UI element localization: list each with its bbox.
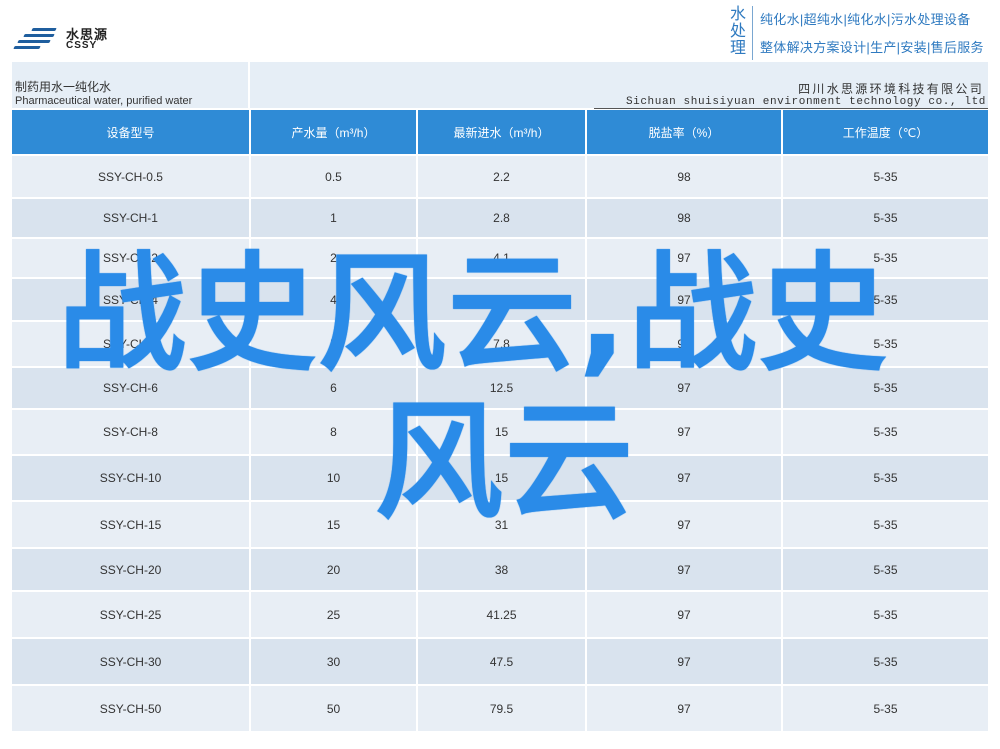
- cell-model: SSY-CH-6: [12, 367, 251, 410]
- cell-desalination: 97: [586, 685, 783, 733]
- cell-desalination: 97: [586, 278, 783, 322]
- header-model: 设备型号: [12, 110, 251, 156]
- cell-output: 0.5: [250, 155, 418, 199]
- table-row: SSY-CH-4 4 6.5 97 5-35: [12, 278, 988, 322]
- table-row: SSY-CH-10 10 15 97 5-35: [12, 455, 988, 502]
- cell-output: 30: [250, 638, 418, 686]
- cell-inflow: 47.5: [417, 638, 587, 686]
- cell-temperature: 5-35: [782, 501, 988, 549]
- logo-text-en: CSSY: [66, 40, 98, 51]
- cell-desalination: 97: [586, 321, 783, 368]
- cell-temperature: 5-35: [782, 409, 988, 456]
- cell-output: 6: [250, 367, 418, 410]
- table-row: SSY-CH-8 8 15 97 5-35: [12, 409, 988, 456]
- cell-model: SSY-CH-1: [12, 198, 251, 239]
- tagline-products: 纯化水|超纯水|纯化水|污水处理设备: [760, 12, 971, 27]
- cell-model: SSY-CH-25: [12, 591, 251, 639]
- cell-desalination: 98: [586, 198, 783, 239]
- cell-desalination: 97: [586, 455, 783, 502]
- cell-inflow: 2.8: [417, 198, 587, 239]
- cell-model: SSY-CH-10: [12, 455, 251, 502]
- table-row: SSY-CH-2 2 4.1 97 5-35: [12, 238, 988, 279]
- cell-inflow: 6.5: [417, 278, 587, 322]
- cell-temperature: 5-35: [782, 278, 988, 322]
- cell-model: SSY-CH-2: [12, 238, 251, 279]
- cell-output: 5: [250, 321, 418, 368]
- cell-output: 25: [250, 591, 418, 639]
- spec-table: 设备型号 产水量（m³/h） 最新进水（m³/h） 脱盐率（%） 工作温度（℃）…: [12, 110, 988, 733]
- header-temperature: 工作温度（℃）: [782, 110, 988, 156]
- cell-output: 1: [250, 198, 418, 239]
- cell-temperature: 5-35: [782, 155, 988, 199]
- cell-desalination: 97: [586, 409, 783, 456]
- cell-temperature: 5-35: [782, 367, 988, 410]
- header-inflow: 最新进水（m³/h）: [417, 110, 587, 156]
- cell-model: SSY-CH-5: [12, 321, 251, 368]
- cell-output: 4: [250, 278, 418, 322]
- cell-desalination: 98: [586, 155, 783, 199]
- cell-inflow: 12.5: [417, 367, 587, 410]
- cell-temperature: 5-35: [782, 321, 988, 368]
- logo-mark-icon: [13, 28, 58, 52]
- cell-desalination: 97: [586, 591, 783, 639]
- cell-desalination: 97: [586, 501, 783, 549]
- table-row: SSY-CH-20 20 38 97 5-35: [12, 548, 988, 592]
- table-row: SSY-CH-6 6 12.5 97 5-35: [12, 367, 988, 410]
- header-desalination: 脱盐率（%）: [586, 110, 783, 156]
- cell-model: SSY-CH-30: [12, 638, 251, 686]
- brand-vertical-text: 水处理: [729, 6, 746, 57]
- cell-temperature: 5-35: [782, 685, 988, 733]
- table-row: SSY-CH-1 1 2.8 98 5-35: [12, 198, 988, 239]
- cell-inflow: 4.1: [417, 238, 587, 279]
- cell-inflow: 41.25: [417, 591, 587, 639]
- cell-inflow: 2.2: [417, 155, 587, 199]
- table-row: SSY-CH-50 50 79.5 97 5-35: [12, 685, 988, 733]
- cell-desalination: 97: [586, 367, 783, 410]
- table-row: SSY-CH-5 5 7.8 97 5-35: [12, 321, 988, 368]
- cell-output: 20: [250, 548, 418, 592]
- cell-output: 50: [250, 685, 418, 733]
- cell-desalination: 97: [586, 548, 783, 592]
- cell-temperature: 5-35: [782, 638, 988, 686]
- cell-inflow: 15: [417, 409, 587, 456]
- cell-temperature: 5-35: [782, 548, 988, 592]
- cell-inflow: 7.8: [417, 321, 587, 368]
- tagline-services: 整体解决方案设计|生产|安装|售后服务: [760, 40, 984, 55]
- table-row: SSY-CH-30 30 47.5 97 5-35: [12, 638, 988, 686]
- page-title-cn: 制药用水一纯化水: [15, 80, 112, 94]
- cell-desalination: 97: [586, 238, 783, 279]
- company-name-en: Sichuan shuisiyuan environment technolog…: [625, 96, 986, 108]
- cell-output: 15: [250, 501, 418, 549]
- cell-inflow: 15: [417, 455, 587, 502]
- cell-model: SSY-CH-50: [12, 685, 251, 733]
- table-header-row: 设备型号 产水量（m³/h） 最新进水（m³/h） 脱盐率（%） 工作温度（℃）: [12, 110, 988, 156]
- company-name-cn: 四川水思源环境科技有限公司: [798, 83, 984, 97]
- cell-output: 2: [250, 238, 418, 279]
- header-output: 产水量（m³/h）: [250, 110, 418, 156]
- cell-model: SSY-CH-0.5: [12, 155, 251, 199]
- cell-temperature: 5-35: [782, 591, 988, 639]
- table-row: SSY-CH-25 25 41.25 97 5-35: [12, 591, 988, 639]
- cell-inflow: 31: [417, 501, 587, 549]
- cell-inflow: 79.5: [417, 685, 587, 733]
- cell-temperature: 5-35: [782, 198, 988, 239]
- cell-desalination: 97: [586, 638, 783, 686]
- cell-temperature: 5-35: [782, 455, 988, 502]
- cell-output: 10: [250, 455, 418, 502]
- company-logo: 水思源 CSSY: [13, 24, 114, 54]
- table-row: SSY-CH-0.5 0.5 2.2 98 5-35: [12, 155, 988, 199]
- title-band-left: 制药用水一纯化水 Pharmaceutical water, purified …: [12, 62, 250, 108]
- page-title-en: Pharmaceutical water, purified water: [15, 95, 193, 107]
- cell-model: SSY-CH-20: [12, 548, 251, 592]
- cell-inflow: 38: [417, 548, 587, 592]
- cell-model: SSY-CH-15: [12, 501, 251, 549]
- table-row: SSY-CH-15 15 31 97 5-35: [12, 501, 988, 549]
- cell-model: SSY-CH-8: [12, 409, 251, 456]
- cell-model: SSY-CH-4: [12, 278, 251, 322]
- cell-temperature: 5-35: [782, 238, 988, 279]
- brand-vertical-box: 水处理: [726, 6, 753, 60]
- cell-output: 8: [250, 409, 418, 456]
- company-underline: [594, 108, 988, 109]
